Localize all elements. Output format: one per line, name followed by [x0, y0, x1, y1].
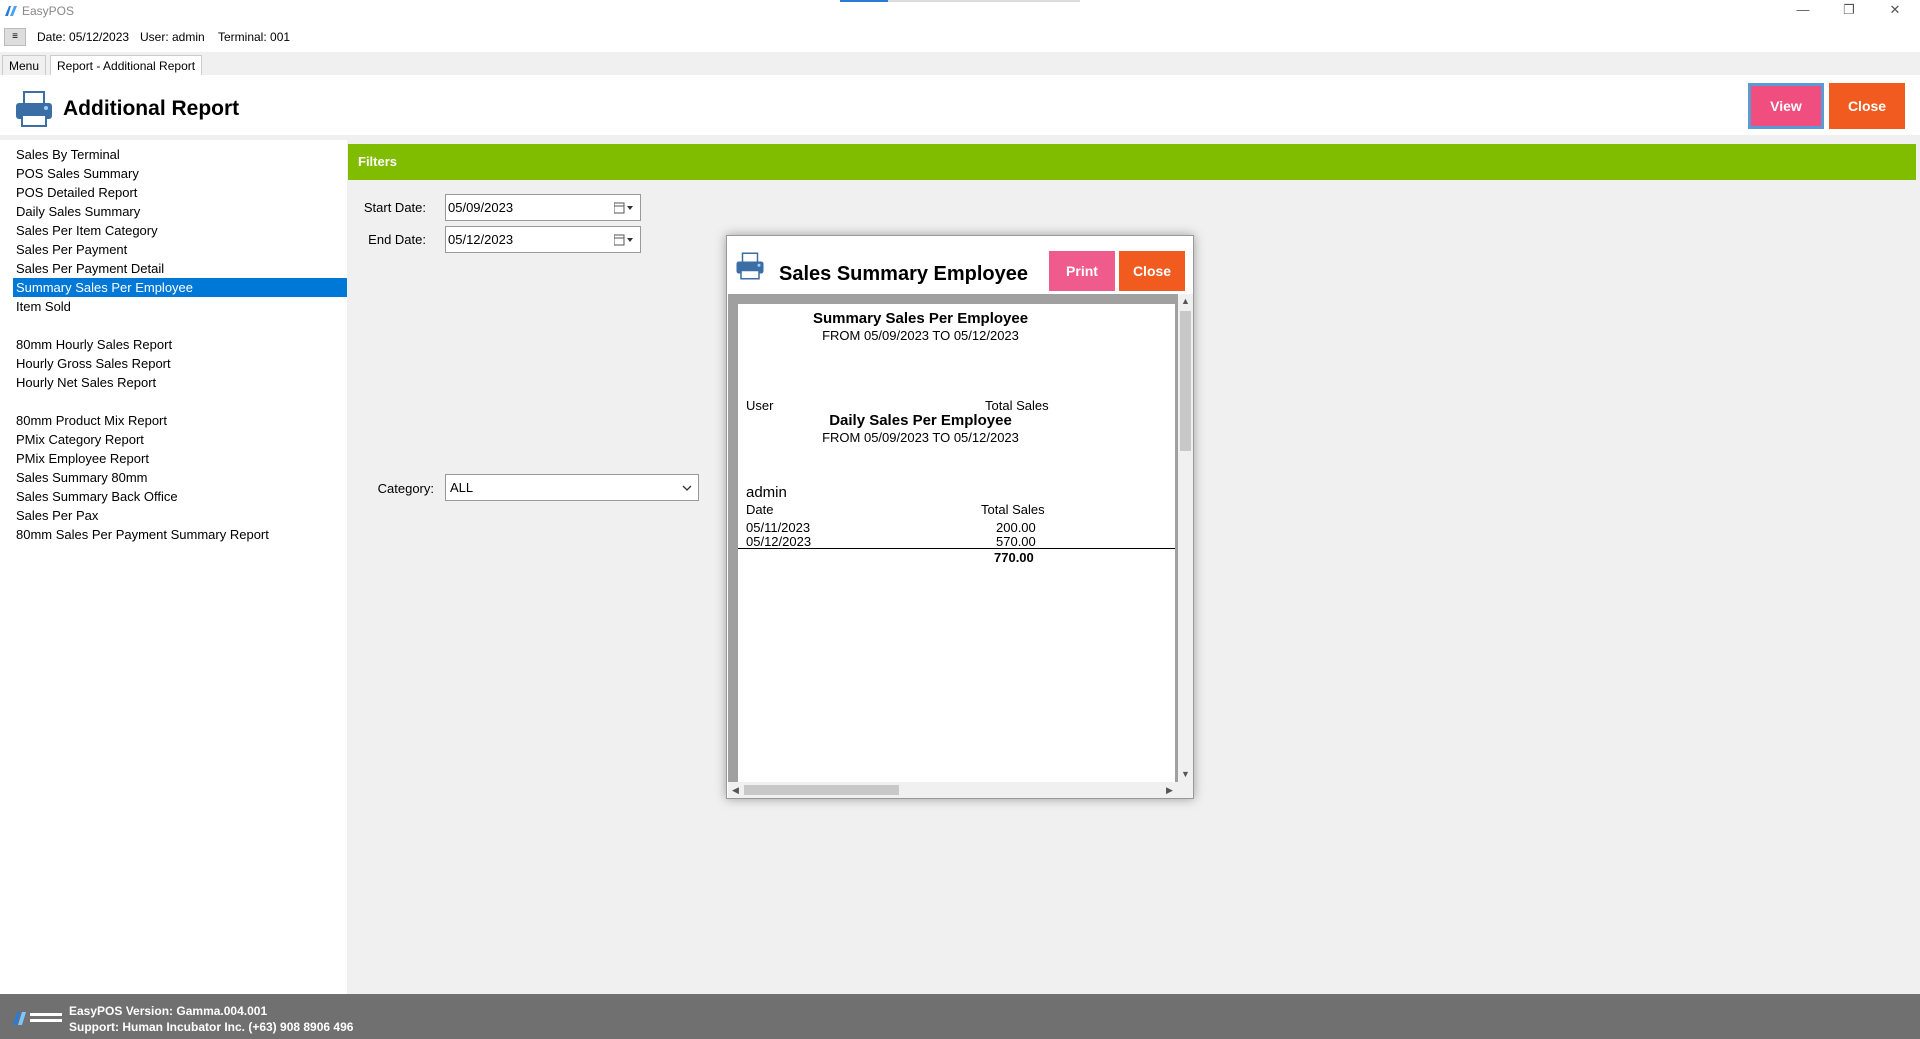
- printer-icon: [16, 91, 52, 127]
- print-button[interactable]: Print: [1049, 251, 1115, 291]
- report-item[interactable]: 80mm Product Mix Report: [13, 411, 347, 430]
- employee-name: admin: [746, 484, 787, 501]
- sub-report-title: Daily Sales Per Employee: [829, 412, 1012, 429]
- start-date-label: Start Date:: [363, 200, 426, 215]
- start-date-value: 05/09/2023: [448, 200, 514, 215]
- start-date-picker[interactable]: 05/09/2023: [445, 194, 641, 221]
- report-item[interactable]: PMix Employee Report: [13, 449, 347, 468]
- menu-toggle-button[interactable]: ≡: [4, 28, 26, 46]
- row-date: 05/11/2023: [746, 520, 811, 535]
- report-item[interactable]: Sales Per Payment: [13, 240, 347, 259]
- tab-additional-report[interactable]: Report - Additional Report: [50, 55, 203, 75]
- category-label: Category:: [377, 481, 434, 496]
- row-total: 200.00: [996, 520, 1036, 535]
- report-item[interactable]: Hourly Gross Sales Report: [13, 354, 347, 373]
- calendar-dropdown-icon[interactable]: [614, 202, 634, 214]
- report-item[interactable]: POS Sales Summary: [13, 164, 347, 183]
- easypos-logo-icon: [5, 6, 17, 16]
- column-header-total-sales: Total Sales: [981, 502, 1045, 517]
- report-list[interactable]: Sales By Terminal POS Sales Summary POS …: [13, 140, 347, 1039]
- info-bar: ≡ Date: 05/12/2023 User: admin Terminal:…: [0, 22, 1920, 52]
- report-item[interactable]: Sales Per Pax: [13, 506, 347, 525]
- scrollbar-thumb[interactable]: [744, 785, 899, 795]
- report-item[interactable]: 80mm Sales Per Payment Summary Report: [13, 525, 347, 544]
- view-button[interactable]: View: [1748, 83, 1824, 129]
- category-value: ALL: [450, 480, 474, 495]
- sub-report-range: FROM 05/09/2023 TO 05/12/2023: [822, 430, 1019, 445]
- report-item[interactable]: Sales Per Payment Detail: [13, 259, 347, 278]
- report-item[interactable]: Sales By Terminal: [13, 145, 347, 164]
- human-incubator-logo: [13, 1012, 62, 1025]
- minimize-icon[interactable]: —: [1780, 0, 1826, 22]
- report-item[interactable]: Item Sold: [13, 297, 347, 316]
- chevron-down-icon: [682, 485, 692, 491]
- grand-total: 770.00: [994, 550, 1034, 565]
- date-info: Date: 05/12/2023: [37, 30, 130, 44]
- total-rule: [738, 548, 1175, 549]
- report-viewer[interactable]: Summary Sales Per Employee FROM 05/09/20…: [728, 294, 1193, 798]
- title-accent: [840, 0, 1080, 2]
- row-total: 570.00: [996, 534, 1036, 549]
- end-date-value: 05/12/2023: [448, 232, 514, 247]
- scroll-up-icon[interactable]: ▲: [1178, 294, 1193, 309]
- title-bar: EasyPOS — ❐ ✕: [0, 0, 1920, 22]
- report-item-selected[interactable]: Summary Sales Per Employee: [13, 278, 347, 297]
- end-date-picker[interactable]: 05/12/2023: [445, 226, 641, 253]
- report-item[interactable]: 80mm Hourly Sales Report: [13, 335, 347, 354]
- end-date-label: End Date:: [368, 232, 426, 247]
- status-footer: EasyPOS Version: Gamma.004.001 Support: …: [0, 994, 1920, 1039]
- calendar-dropdown-icon[interactable]: [614, 234, 634, 246]
- scroll-left-icon[interactable]: ◀: [728, 782, 743, 798]
- report-document: Summary Sales Per Employee FROM 05/09/20…: [738, 304, 1175, 782]
- dialog-close-button[interactable]: Close: [1119, 251, 1185, 291]
- scroll-right-icon[interactable]: ▶: [1162, 782, 1177, 798]
- user-info: User: admin: [140, 30, 205, 44]
- vertical-scrollbar[interactable]: ▲ ▼: [1178, 294, 1193, 782]
- report-item[interactable]: Sales Summary Back Office: [13, 487, 347, 506]
- column-header-total-sales: Total Sales: [985, 398, 1049, 413]
- close-button[interactable]: Close: [1829, 83, 1905, 129]
- column-header-user: User: [746, 398, 774, 413]
- report-range: FROM 05/09/2023 TO 05/12/2023: [822, 328, 1019, 343]
- report-preview-dialog: Sales Summary Employee Print Close Summa…: [726, 235, 1194, 799]
- horizontal-scrollbar[interactable]: ◀ ▶: [728, 782, 1193, 798]
- category-select[interactable]: ALL: [445, 474, 699, 501]
- report-item[interactable]: Hourly Net Sales Report: [13, 373, 347, 392]
- support-info: Support: Human Incubator Inc. (+63) 908 …: [69, 1020, 354, 1034]
- report-item[interactable]: Sales Summary 80mm: [13, 468, 347, 487]
- scroll-down-icon[interactable]: ▼: [1178, 767, 1193, 782]
- column-header-date: Date: [746, 502, 774, 517]
- app-title: EasyPOS: [22, 4, 75, 18]
- report-title: Summary Sales Per Employee: [812, 310, 1029, 327]
- page-title: Additional Report: [63, 97, 240, 120]
- scrollbar-thumb[interactable]: [1180, 311, 1191, 451]
- close-icon[interactable]: ✕: [1872, 0, 1918, 22]
- printer-icon: [736, 252, 764, 280]
- dialog-title: Sales Summary Employee: [779, 263, 1029, 285]
- filters-header: Filters: [348, 144, 1916, 180]
- tab-strip: Menu Report - Additional Report: [0, 52, 1920, 75]
- report-item[interactable]: Sales Per Item Category: [13, 221, 347, 240]
- report-item[interactable]: Daily Sales Summary: [13, 202, 347, 221]
- version-info: EasyPOS Version: Gamma.004.001: [69, 1004, 268, 1018]
- row-date: 05/12/2023: [746, 534, 812, 549]
- tab-menu[interactable]: Menu: [2, 55, 47, 75]
- terminal-info: Terminal: 001: [218, 30, 291, 44]
- restore-icon[interactable]: ❐: [1826, 0, 1872, 22]
- report-item[interactable]: PMix Category Report: [13, 430, 347, 449]
- report-item[interactable]: POS Detailed Report: [13, 183, 347, 202]
